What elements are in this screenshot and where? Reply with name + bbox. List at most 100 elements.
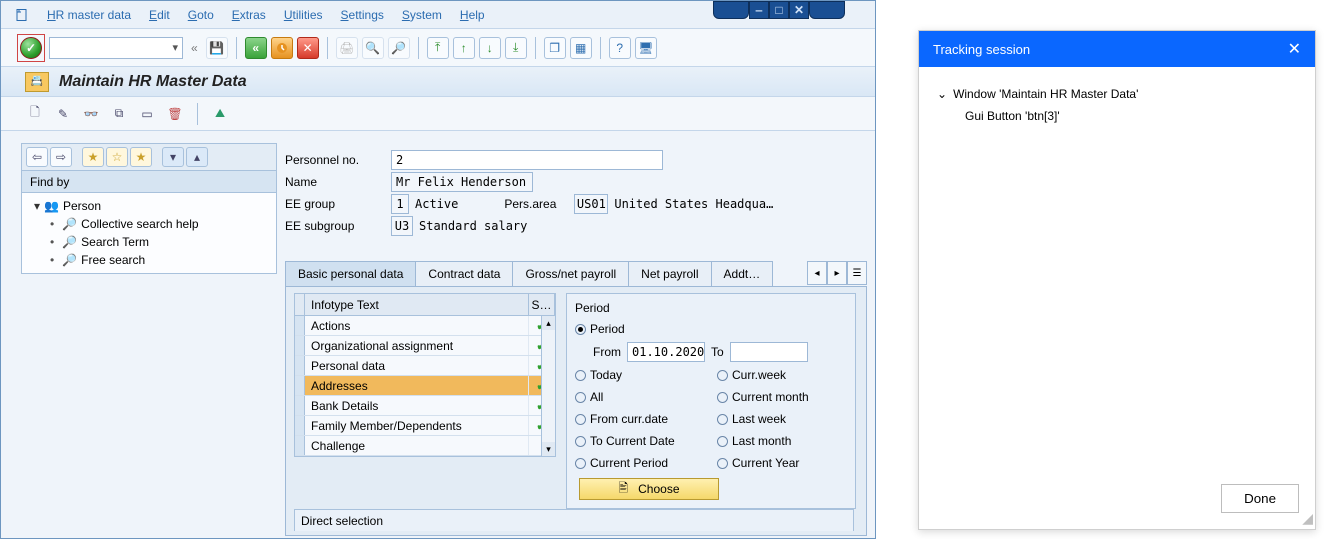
pernr-label: Personnel no. bbox=[285, 153, 391, 167]
tab-list-icon[interactable]: ☰ bbox=[847, 261, 867, 285]
menu-hr-master[interactable]: HR master data bbox=[47, 8, 131, 22]
period-title: Period bbox=[575, 298, 847, 318]
find-next-button[interactable]: 🔎 bbox=[388, 37, 410, 59]
copy-icon[interactable]: ⧉ bbox=[109, 104, 129, 124]
find-button[interactable]: 🔍 bbox=[362, 37, 384, 59]
help-button[interactable]: ? bbox=[609, 37, 631, 59]
infotype-row[interactable]: Actions✔ bbox=[295, 316, 555, 336]
period-radio-lastmonth[interactable]: Last month bbox=[717, 434, 847, 448]
delete-icon[interactable]: 🗑 bbox=[165, 104, 185, 124]
infotype-body: Actions✔ Organizational assignment✔ Pers… bbox=[295, 316, 555, 456]
expand-icon[interactable]: ▴ bbox=[186, 147, 208, 167]
new-session-button[interactable]: ❐ bbox=[544, 37, 566, 59]
cancel-button[interactable]: ✕ bbox=[297, 37, 319, 59]
change-icon[interactable]: ✎ bbox=[53, 104, 73, 124]
save-button[interactable]: 💾 bbox=[206, 37, 228, 59]
infotype-col-status[interactable]: S… bbox=[529, 294, 555, 315]
tab-addt[interactable]: Addt… bbox=[711, 261, 774, 287]
menu-utilities[interactable]: Utilities bbox=[284, 8, 323, 22]
layout-button[interactable]: ▦ bbox=[570, 37, 592, 59]
infotype-row[interactable]: Challenge bbox=[295, 436, 555, 456]
infotype-row[interactable]: Personal data✔ bbox=[295, 356, 555, 376]
infotype-col-text[interactable]: Infotype Text bbox=[305, 294, 529, 315]
tree-collective[interactable]: 🔎Collective search help bbox=[28, 215, 270, 233]
scroll-down-icon[interactable]: ▾ bbox=[542, 442, 555, 456]
period-radio-currweek[interactable]: Curr.week bbox=[717, 368, 847, 382]
menu-settings[interactable]: Settings bbox=[341, 8, 384, 22]
create-icon[interactable]: 🗋 bbox=[25, 104, 45, 124]
menu-help[interactable]: Help bbox=[460, 8, 485, 22]
prev-page-button[interactable]: ↑ bbox=[453, 37, 475, 59]
tab-gross[interactable]: Gross/net payroll bbox=[512, 261, 629, 287]
period-radio-currperiod[interactable]: Current Period bbox=[575, 456, 668, 470]
toolbar-expand-icon[interactable]: « bbox=[187, 41, 202, 55]
period-radio-tocurr[interactable]: To Current Date bbox=[575, 434, 675, 448]
print-button[interactable]: 🖨 bbox=[336, 37, 358, 59]
tracking-button-row[interactable]: Gui Button 'btn[3]' bbox=[937, 105, 1297, 127]
period-radio-all[interactable]: All bbox=[575, 390, 603, 404]
tab-net[interactable]: Net payroll bbox=[628, 261, 711, 287]
scroll-up-icon[interactable]: ▴ bbox=[542, 316, 555, 330]
tracking-window-row[interactable]: ⌄ Window 'Maintain HR Master Data' bbox=[937, 83, 1297, 105]
tree-person-label: Person bbox=[63, 199, 101, 213]
main-toolbar: ✓ « 💾 « ✕ 🖨 🔍 🔎 ⤒ ↑ ↓ ⤓ ❐ ▦ ? 🖥 bbox=[1, 29, 875, 67]
app-toolbar: 🗋 ✎ 👓 ⧉ ▭ 🗑 ⛰ bbox=[1, 97, 875, 131]
tab-basic[interactable]: Basic personal data bbox=[285, 261, 416, 287]
eesub-label: EE subgroup bbox=[285, 219, 391, 233]
period-radio-curryear[interactable]: Current Year bbox=[717, 456, 847, 470]
nav-back-icon[interactable]: ⇦ bbox=[26, 147, 48, 167]
local-layout-button[interactable]: 🖥 bbox=[635, 37, 657, 59]
sap-window: HR master data Edit Goto Extras Utilitie… bbox=[0, 0, 876, 539]
tab-scroll-left-icon[interactable]: ◂ bbox=[807, 261, 827, 285]
tabstrip: Basic personal data Contract data Gross/… bbox=[285, 261, 867, 287]
infotype-row-selected[interactable]: Addresses✔ bbox=[295, 376, 555, 396]
enter-button[interactable]: ✓ bbox=[20, 37, 42, 59]
tab-scroll-right-icon[interactable]: ▸ bbox=[827, 261, 847, 285]
infotype-row[interactable]: Family Member/Dependents✔ bbox=[295, 416, 555, 436]
minimize-button[interactable]: ‒ bbox=[749, 1, 769, 19]
fav-add-icon[interactable]: ★ bbox=[82, 147, 104, 167]
period-radio-today[interactable]: Today bbox=[575, 368, 622, 382]
done-button[interactable]: Done bbox=[1221, 484, 1299, 513]
tree-freesearch[interactable]: 🔎Free search bbox=[28, 251, 270, 269]
resize-grip-icon[interactable]: ◢ bbox=[1302, 510, 1313, 527]
last-page-button[interactable]: ⤓ bbox=[505, 37, 527, 59]
menu-system[interactable]: System bbox=[402, 8, 442, 22]
from-input[interactable]: 01.10.2020 bbox=[627, 342, 705, 362]
back-button[interactable]: « bbox=[245, 37, 267, 59]
eegrp-text: Active bbox=[409, 197, 464, 211]
findby-nav: ⇦ ⇨ ★ ☆ ★ ▾ ▴ bbox=[21, 143, 277, 171]
tab-contract[interactable]: Contract data bbox=[415, 261, 513, 287]
period-radio-fromcurr[interactable]: From curr.date bbox=[575, 412, 668, 426]
infotype-scrollbar[interactable]: ▴ ▾ bbox=[541, 316, 555, 456]
menu-edit[interactable]: Edit bbox=[149, 8, 170, 22]
overview-icon[interactable]: ⛰ bbox=[210, 104, 230, 124]
tree-searchterm[interactable]: 🔎Search Term bbox=[28, 233, 270, 251]
close-button[interactable]: ✕ bbox=[789, 1, 809, 19]
eesub-text: Standard salary bbox=[413, 219, 533, 233]
period-radio-lastweek[interactable]: Last week bbox=[717, 412, 847, 426]
infotype-row[interactable]: Organizational assignment✔ bbox=[295, 336, 555, 356]
menu-goto[interactable]: Goto bbox=[188, 8, 214, 22]
fav-icon[interactable]: ☆ bbox=[106, 147, 128, 167]
choose-button[interactable]: 🖹 Choose bbox=[579, 478, 719, 500]
next-page-button[interactable]: ↓ bbox=[479, 37, 501, 59]
fav-del-icon[interactable]: ★ bbox=[130, 147, 152, 167]
ok-code-combo[interactable] bbox=[49, 37, 183, 59]
period-radio-period[interactable]: Period bbox=[575, 322, 625, 336]
infotype-row[interactable]: Bank Details✔ bbox=[295, 396, 555, 416]
period-radio-currmonth[interactable]: Current month bbox=[717, 390, 847, 404]
display-icon[interactable]: 👓 bbox=[81, 104, 101, 124]
pernr-input[interactable]: 2 bbox=[391, 150, 663, 170]
tracking-close-icon[interactable]: ✕ bbox=[1288, 39, 1301, 59]
first-page-button[interactable]: ⤒ bbox=[427, 37, 449, 59]
maximize-button[interactable]: □ bbox=[769, 1, 789, 19]
to-input[interactable] bbox=[730, 342, 808, 362]
nav-fwd-icon[interactable]: ⇨ bbox=[50, 147, 72, 167]
tree-person[interactable]: ▾👥 Person bbox=[28, 197, 270, 215]
delimit-icon[interactable]: ▭ bbox=[137, 104, 157, 124]
collapse-icon[interactable]: ▾ bbox=[162, 147, 184, 167]
exit-button[interactable] bbox=[271, 37, 293, 59]
menu-extras[interactable]: Extras bbox=[232, 8, 266, 22]
document-icon[interactable] bbox=[15, 8, 29, 22]
